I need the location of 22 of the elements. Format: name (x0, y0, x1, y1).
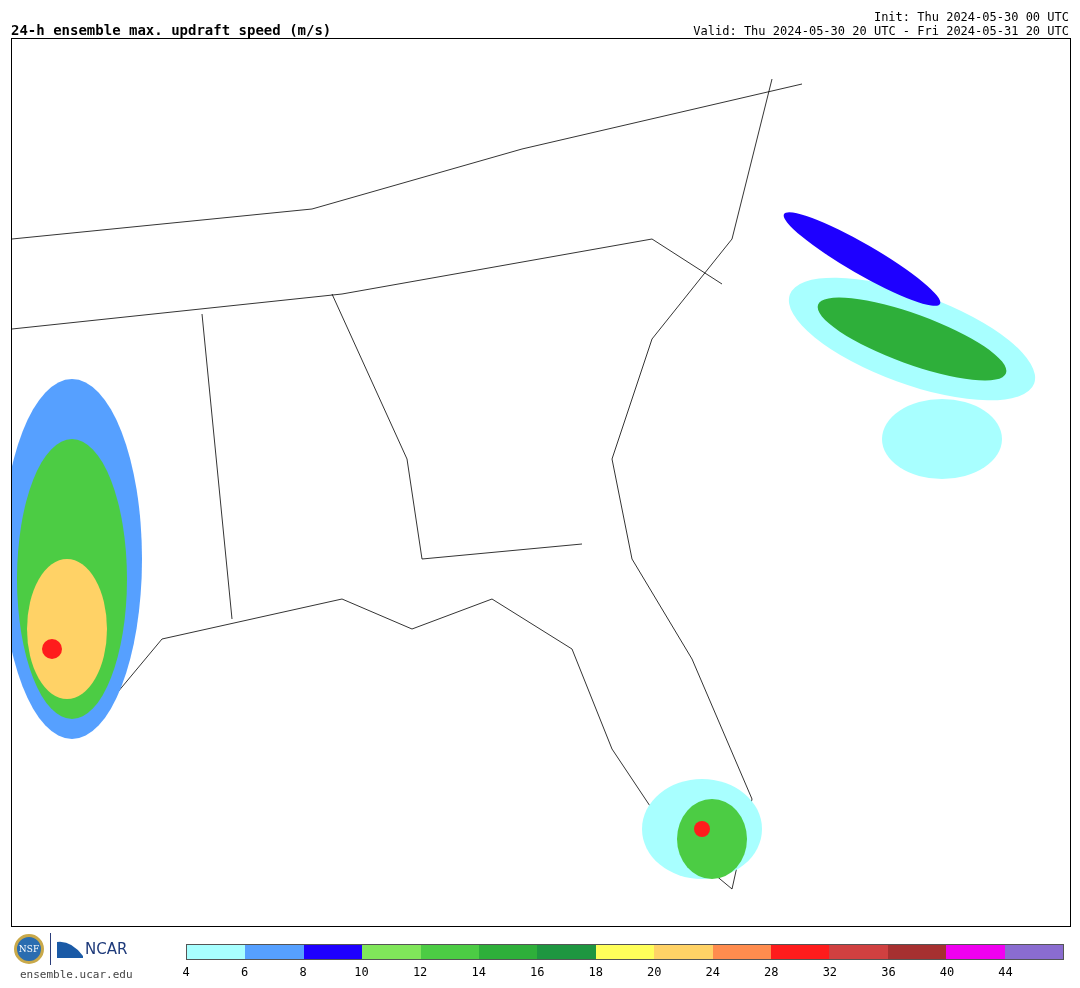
scale-tick-label: 24 (705, 965, 720, 979)
scale-tick-label: 44 (998, 965, 1013, 979)
scale-tick-label: 20 (647, 965, 662, 979)
scale-tick-label: 14 (471, 965, 486, 979)
scale-tick-label: 40 (939, 965, 955, 979)
scale-tick-label: 32 (822, 965, 838, 979)
scale-tick-label: 36 (881, 965, 896, 979)
scale-tick-label: 10 (354, 965, 369, 979)
swoosh-icon (57, 940, 83, 958)
nsf-logo: NSF (14, 934, 44, 964)
valid-time: Valid: Thu 2024-05-30 20 UTC - Fri 2024-05-31 20 UTC (693, 24, 1069, 38)
map-title: 24-h ensemble max. updraft speed (m/s) (11, 22, 332, 38)
scale-tick-label: 12 (412, 965, 428, 979)
scale-tick-label: 16 (529, 965, 545, 979)
init-time: Init: Thu 2024-05-30 00 UTC (873, 10, 1069, 24)
scale-tick-label: 18 (588, 965, 603, 979)
ncar-logo: NCAR (85, 940, 128, 958)
scale-tick-label: 6 (240, 965, 249, 979)
scale-tick-label: 4 (182, 965, 190, 979)
scale-tick-label: 8 (299, 965, 307, 979)
site-url: ensemble.ucar.edu (20, 968, 133, 981)
scale-tick-label: 28 (764, 965, 779, 979)
